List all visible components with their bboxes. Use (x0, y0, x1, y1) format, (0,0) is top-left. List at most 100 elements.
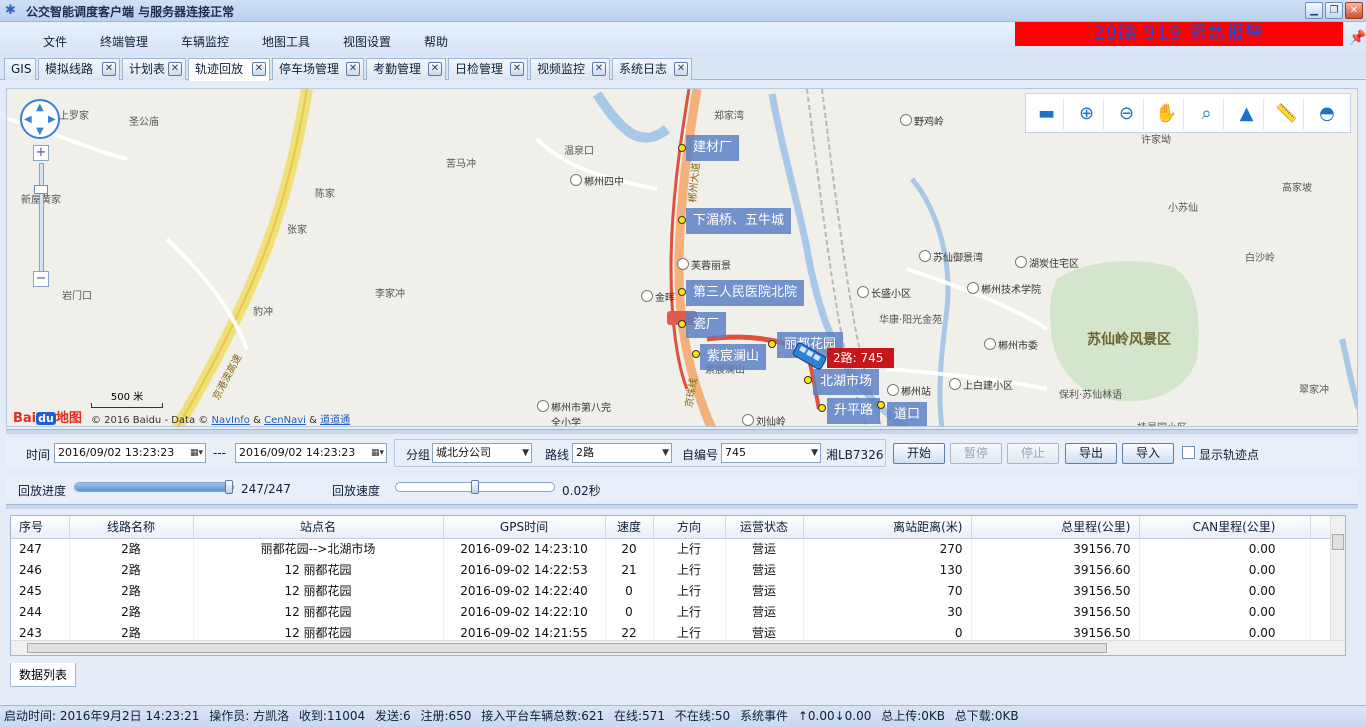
bus-icon[interactable] (789, 341, 829, 373)
zoom-thumb[interactable] (34, 185, 48, 194)
tab-sim-route[interactable]: 模拟线路 ✕ (38, 58, 120, 80)
col-header[interactable]: 方向 (653, 516, 726, 539)
col-header[interactable]: 总里程(公里) (971, 516, 1140, 539)
pan-left-icon[interactable]: ◀ (24, 114, 32, 125)
zoom-area-icon[interactable]: ⌕ (1190, 98, 1224, 130)
table-row[interactable]: 246 2路 12 丽都花园 2016-09-02 14:22:53 21 上行 营运 130… (11, 559, 1345, 580)
col-header[interactable]: 速度 (605, 516, 654, 539)
zoom-minus-button[interactable]: − (33, 271, 49, 287)
group-select[interactable]: 城北分公司 ▼ (432, 443, 532, 463)
chevron-down-icon[interactable]: ▼ (662, 444, 669, 462)
stop-marker[interactable] (804, 376, 812, 384)
close-button[interactable]: ✕ (1345, 2, 1363, 19)
speed-thumb[interactable] (471, 480, 479, 494)
tab-track-playback[interactable]: 轨迹回放 ✕ (188, 58, 270, 81)
pan-up-icon[interactable]: ▲ (36, 102, 44, 113)
import-button[interactable]: 导入 (1122, 443, 1174, 464)
progress-slider[interactable] (74, 480, 234, 494)
table-row[interactable]: 245 2路 12 丽都花园 2016-09-02 14:22:40 0 上行 营运 70 39… (11, 580, 1345, 601)
map-pan-control[interactable]: ▲ ▼ ◀ ▶ (20, 99, 60, 139)
col-header[interactable]: GPS时间 (443, 516, 606, 539)
stop-label[interactable]: 道口 (887, 402, 928, 426)
close-tab-icon[interactable]: ✕ (102, 62, 116, 76)
calendar-icon[interactable]: ▦▾ (371, 444, 384, 462)
close-tab-icon[interactable]: ✕ (428, 62, 442, 76)
minimize-button[interactable]: ▁ (1305, 2, 1323, 19)
tab-daily-check[interactable]: 日检管理 ✕ (448, 58, 528, 80)
close-tab-icon[interactable]: ✕ (674, 62, 688, 76)
col-header[interactable]: 序号 (11, 516, 70, 539)
stop-label[interactable]: 紫宸澜山 (700, 344, 767, 370)
close-tab-icon[interactable]: ✕ (346, 62, 360, 76)
stop-label[interactable]: 瓷厂 (686, 312, 727, 338)
stop-marker[interactable] (678, 144, 686, 152)
self-number-select[interactable]: 745 ▼ (721, 443, 821, 463)
cennavi-link[interactable]: CenNavi (264, 415, 306, 426)
menu-map-tools[interactable]: 地图工具 (262, 33, 310, 50)
chevron-down-icon[interactable]: ▼ (811, 444, 818, 462)
close-tab-icon[interactable]: ✕ (510, 62, 524, 76)
navinfo-link[interactable]: NavInfo (211, 415, 249, 426)
stop-marker[interactable] (678, 216, 686, 224)
zoom-in-icon[interactable]: ⊕ (1070, 98, 1104, 130)
daodao-link[interactable]: 道道通 (320, 415, 350, 426)
pin-icon[interactable]: 📌 (1349, 30, 1366, 46)
menu-terminal[interactable]: 终端管理 (100, 33, 148, 50)
status-system-events[interactable]: 系统事件 (740, 709, 788, 723)
restore-button[interactable]: ❐ (1325, 2, 1343, 19)
zoom-slider[interactable]: + − (33, 145, 49, 291)
stop-label[interactable]: 建材厂 (686, 135, 740, 161)
tab-attendance[interactable]: 考勤管理 ✕ (366, 58, 446, 80)
zoom-out-icon[interactable]: ⊖ (1110, 98, 1144, 130)
stop-marker[interactable] (818, 404, 826, 412)
stop-marker[interactable] (678, 320, 686, 328)
stop-label[interactable]: 第三人民医院北院 (686, 280, 805, 306)
close-tab-icon[interactable]: ✕ (592, 62, 606, 76)
map-splitter[interactable] (6, 429, 1358, 434)
tab-data-list[interactable]: 数据列表 (10, 663, 76, 687)
table-row[interactable]: 247 2路 丽都花园-->北湖市场 2016-09-02 14:23:10 20 上行营… (11, 538, 1345, 559)
progress-thumb[interactable] (225, 480, 233, 494)
menu-vehicle-monitor[interactable]: 车辆监控 (181, 33, 229, 50)
tab-system-log[interactable]: 系统日志 ✕ (612, 58, 692, 80)
zoom-plus-button[interactable]: + (33, 145, 49, 161)
start-time-picker[interactable]: 2016/09/02 13:23:23 ▦▾ (54, 443, 206, 463)
stop-marker[interactable] (877, 401, 885, 409)
pan-right-icon[interactable]: ▶ (48, 114, 56, 125)
menu-file[interactable]: 文件 (43, 33, 67, 50)
tab-schedule[interactable]: 计划表 ✕ (122, 58, 186, 80)
menu-view-settings[interactable]: 视图设置 (343, 33, 391, 50)
col-header[interactable]: 站点名 (193, 516, 444, 539)
speed-slider[interactable] (395, 480, 555, 494)
col-header[interactable]: 运营状态 (725, 516, 804, 539)
emergency-alarm-banner[interactable]: 29路 919 紧急报警 (1015, 22, 1343, 46)
export-button[interactable]: 导出 (1065, 443, 1117, 464)
ruler-icon[interactable]: 📏 (1270, 98, 1304, 130)
menu-help[interactable]: 帮助 (424, 33, 448, 50)
vertical-scrollbar[interactable] (1330, 516, 1345, 640)
tab-gis[interactable]: GIS (4, 58, 36, 80)
pan-down-icon[interactable]: ▼ (36, 126, 44, 137)
col-header[interactable]: 离站距离(米) (803, 516, 972, 539)
grid-splitter[interactable] (6, 504, 1358, 509)
close-tab-icon[interactable]: ✕ (252, 62, 266, 76)
calendar-icon[interactable]: ▦▾ (190, 444, 203, 462)
label-icon[interactable]: ▬ (1030, 98, 1064, 130)
stop-marker[interactable] (678, 288, 686, 296)
show-points-checkbox[interactable] (1182, 446, 1195, 459)
col-header[interactable]: 线路名称 (69, 516, 194, 539)
start-button[interactable]: 开始 (893, 443, 945, 464)
cone-icon[interactable]: ▲ (1230, 98, 1264, 130)
stop-marker[interactable] (692, 350, 700, 358)
route-select[interactable]: 2路 ▼ (572, 443, 672, 463)
horizontal-scrollbar[interactable] (11, 640, 1345, 655)
stop-label[interactable]: 升平路 (827, 398, 881, 424)
protractor-icon[interactable]: ◓ (1310, 98, 1344, 130)
stop-button[interactable]: 停止 (1007, 443, 1059, 464)
col-header[interactable]: CAN里程(公里) (1139, 516, 1311, 539)
stop-label[interactable]: 下湄桥、五牛城 (686, 208, 792, 234)
stop-marker[interactable] (768, 340, 776, 348)
tab-parking[interactable]: 停车场管理 ✕ (272, 58, 364, 80)
map-view[interactable]: 郑家湾 温泉口 苦马冲 郴州四中 芙蓉丽景 金晖 野鸡岭 许家坳 高家坡 小苏仙… (6, 88, 1358, 427)
end-time-picker[interactable]: 2016/09/02 14:23:23 ▦▾ (235, 443, 387, 463)
